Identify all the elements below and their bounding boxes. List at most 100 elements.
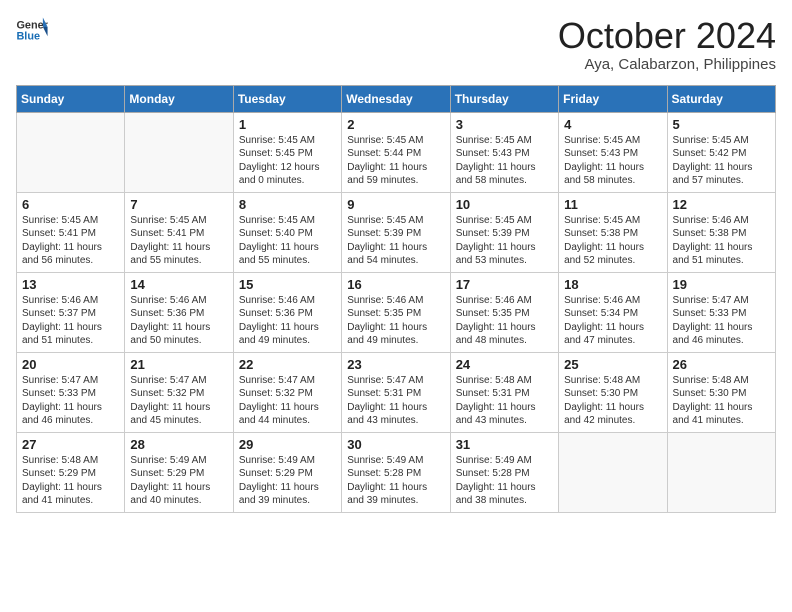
day-info: Sunrise: 5:49 AM Sunset: 5:29 PM Dayligh… <box>130 454 227 508</box>
weekday-header: Tuesday <box>233 85 341 112</box>
calendar-day-cell: 5 Sunrise: 5:45 AM Sunset: 5:42 PM Daylig… <box>667 112 775 192</box>
calendar-day-cell: 18 Sunrise: 5:46 AM Sunset: 5:34 PM Dayli… <box>559 272 667 352</box>
calendar-table: SundayMondayTuesdayWednesdayThursdayFrid… <box>16 85 776 513</box>
day-number: 20 <box>22 357 119 372</box>
day-info: Sunrise: 5:45 AM Sunset: 5:41 PM Dayligh… <box>130 214 227 268</box>
day-info: Sunrise: 5:46 AM Sunset: 5:38 PM Dayligh… <box>673 214 770 268</box>
day-number: 25 <box>564 357 661 372</box>
day-info: Sunrise: 5:46 AM Sunset: 5:35 PM Dayligh… <box>456 294 553 348</box>
svg-text:Blue: Blue <box>16 30 40 42</box>
day-info: Sunrise: 5:45 AM Sunset: 5:39 PM Dayligh… <box>456 214 553 268</box>
weekday-header: Sunday <box>17 85 125 112</box>
day-info: Sunrise: 5:47 AM Sunset: 5:33 PM Dayligh… <box>673 294 770 348</box>
day-info: Sunrise: 5:46 AM Sunset: 5:34 PM Dayligh… <box>564 294 661 348</box>
calendar-week-row: 1 Sunrise: 5:45 AM Sunset: 5:45 PM Daylig… <box>17 112 776 192</box>
day-info: Sunrise: 5:48 AM Sunset: 5:30 PM Dayligh… <box>673 374 770 428</box>
calendar-day-cell: 13 Sunrise: 5:46 AM Sunset: 5:37 PM Dayli… <box>17 272 125 352</box>
calendar-day-cell: 29 Sunrise: 5:49 AM Sunset: 5:29 PM Dayli… <box>233 432 341 512</box>
day-info: Sunrise: 5:46 AM Sunset: 5:35 PM Dayligh… <box>347 294 444 348</box>
calendar-day-cell: 23 Sunrise: 5:47 AM Sunset: 5:31 PM Dayli… <box>342 352 450 432</box>
logo-icon: General Blue <box>16 16 48 44</box>
calendar-week-row: 6 Sunrise: 5:45 AM Sunset: 5:41 PM Daylig… <box>17 192 776 272</box>
day-number: 11 <box>564 197 661 212</box>
day-info: Sunrise: 5:45 AM Sunset: 5:45 PM Dayligh… <box>239 134 336 188</box>
calendar-day-cell <box>667 432 775 512</box>
day-number: 4 <box>564 117 661 132</box>
calendar-day-cell: 8 Sunrise: 5:45 AM Sunset: 5:40 PM Daylig… <box>233 192 341 272</box>
calendar-day-cell: 9 Sunrise: 5:45 AM Sunset: 5:39 PM Daylig… <box>342 192 450 272</box>
day-number: 15 <box>239 277 336 292</box>
day-number: 1 <box>239 117 336 132</box>
day-number: 21 <box>130 357 227 372</box>
day-info: Sunrise: 5:46 AM Sunset: 5:37 PM Dayligh… <box>22 294 119 348</box>
day-number: 29 <box>239 437 336 452</box>
day-number: 8 <box>239 197 336 212</box>
day-info: Sunrise: 5:49 AM Sunset: 5:28 PM Dayligh… <box>347 454 444 508</box>
day-number: 23 <box>347 357 444 372</box>
weekday-header: Monday <box>125 85 233 112</box>
calendar-day-cell: 12 Sunrise: 5:46 AM Sunset: 5:38 PM Dayli… <box>667 192 775 272</box>
calendar-day-cell: 1 Sunrise: 5:45 AM Sunset: 5:45 PM Daylig… <box>233 112 341 192</box>
calendar-day-cell: 14Sunrise: 5:46 AM Sunset: 5:36 PM Dayli… <box>125 272 233 352</box>
weekday-header: Friday <box>559 85 667 112</box>
day-number: 27 <box>22 437 119 452</box>
month-title: October 2024 <box>558 16 776 56</box>
logo: General Blue <box>16 16 48 44</box>
day-info: Sunrise: 5:45 AM Sunset: 5:41 PM Dayligh… <box>22 214 119 268</box>
day-info: Sunrise: 5:49 AM Sunset: 5:28 PM Dayligh… <box>456 454 553 508</box>
day-number: 28 <box>130 437 227 452</box>
day-info: Sunrise: 5:45 AM Sunset: 5:43 PM Dayligh… <box>564 134 661 188</box>
calendar-day-cell: 6 Sunrise: 5:45 AM Sunset: 5:41 PM Daylig… <box>17 192 125 272</box>
weekday-header: Wednesday <box>342 85 450 112</box>
day-info: Sunrise: 5:48 AM Sunset: 5:29 PM Dayligh… <box>22 454 119 508</box>
day-info: Sunrise: 5:47 AM Sunset: 5:32 PM Dayligh… <box>130 374 227 428</box>
day-number: 12 <box>673 197 770 212</box>
day-number: 17 <box>456 277 553 292</box>
day-number: 3 <box>456 117 553 132</box>
day-info: Sunrise: 5:47 AM Sunset: 5:31 PM Dayligh… <box>347 374 444 428</box>
location-label: Aya, Calabarzon, Philippines <box>558 56 776 73</box>
calendar-day-cell <box>125 112 233 192</box>
day-info: Sunrise: 5:45 AM Sunset: 5:40 PM Dayligh… <box>239 214 336 268</box>
calendar-week-row: 13 Sunrise: 5:46 AM Sunset: 5:37 PM Dayli… <box>17 272 776 352</box>
day-number: 7 <box>130 197 227 212</box>
calendar-day-cell: 22Sunrise: 5:47 AM Sunset: 5:32 PM Dayli… <box>233 352 341 432</box>
day-info: Sunrise: 5:48 AM Sunset: 5:30 PM Dayligh… <box>564 374 661 428</box>
day-info: Sunrise: 5:46 AM Sunset: 5:36 PM Dayligh… <box>130 294 227 348</box>
day-info: Sunrise: 5:45 AM Sunset: 5:38 PM Dayligh… <box>564 214 661 268</box>
weekday-header: Saturday <box>667 85 775 112</box>
day-info: Sunrise: 5:45 AM Sunset: 5:42 PM Dayligh… <box>673 134 770 188</box>
day-number: 13 <box>22 277 119 292</box>
calendar-day-cell: 24 Sunrise: 5:48 AM Sunset: 5:31 PM Dayli… <box>450 352 558 432</box>
calendar-day-cell: 30Sunrise: 5:49 AM Sunset: 5:28 PM Dayli… <box>342 432 450 512</box>
calendar-day-cell: 17 Sunrise: 5:46 AM Sunset: 5:35 PM Dayli… <box>450 272 558 352</box>
day-number: 18 <box>564 277 661 292</box>
day-info: Sunrise: 5:47 AM Sunset: 5:32 PM Dayligh… <box>239 374 336 428</box>
calendar-day-cell: 3 Sunrise: 5:45 AM Sunset: 5:43 PM Daylig… <box>450 112 558 192</box>
calendar-day-cell: 27 Sunrise: 5:48 AM Sunset: 5:29 PM Dayli… <box>17 432 125 512</box>
day-info: Sunrise: 5:48 AM Sunset: 5:31 PM Dayligh… <box>456 374 553 428</box>
calendar-day-cell: 19 Sunrise: 5:47 AM Sunset: 5:33 PM Dayli… <box>667 272 775 352</box>
day-info: Sunrise: 5:45 AM Sunset: 5:39 PM Dayligh… <box>347 214 444 268</box>
calendar-day-cell: 20 Sunrise: 5:47 AM Sunset: 5:33 PM Dayli… <box>17 352 125 432</box>
calendar-day-cell: 11 Sunrise: 5:45 AM Sunset: 5:38 PM Dayli… <box>559 192 667 272</box>
day-info: Sunrise: 5:45 AM Sunset: 5:43 PM Dayligh… <box>456 134 553 188</box>
day-info: Sunrise: 5:47 AM Sunset: 5:33 PM Dayligh… <box>22 374 119 428</box>
day-number: 24 <box>456 357 553 372</box>
day-number: 31 <box>456 437 553 452</box>
day-number: 5 <box>673 117 770 132</box>
calendar-day-cell <box>17 112 125 192</box>
calendar-day-cell: 7 Sunrise: 5:45 AM Sunset: 5:41 PM Daylig… <box>125 192 233 272</box>
calendar-day-cell: 25 Sunrise: 5:48 AM Sunset: 5:30 PM Dayli… <box>559 352 667 432</box>
day-number: 6 <box>22 197 119 212</box>
calendar-day-cell: 28 Sunrise: 5:49 AM Sunset: 5:29 PM Dayli… <box>125 432 233 512</box>
day-number: 19 <box>673 277 770 292</box>
title-block: October 2024 Aya, Calabarzon, Philippine… <box>558 16 776 73</box>
day-number: 2 <box>347 117 444 132</box>
day-info: Sunrise: 5:49 AM Sunset: 5:29 PM Dayligh… <box>239 454 336 508</box>
calendar-day-cell: 16Sunrise: 5:46 AM Sunset: 5:35 PM Dayli… <box>342 272 450 352</box>
weekday-header-row: SundayMondayTuesdayWednesdayThursdayFrid… <box>17 85 776 112</box>
weekday-header: Thursday <box>450 85 558 112</box>
day-info: Sunrise: 5:45 AM Sunset: 5:44 PM Dayligh… <box>347 134 444 188</box>
day-number: 9 <box>347 197 444 212</box>
